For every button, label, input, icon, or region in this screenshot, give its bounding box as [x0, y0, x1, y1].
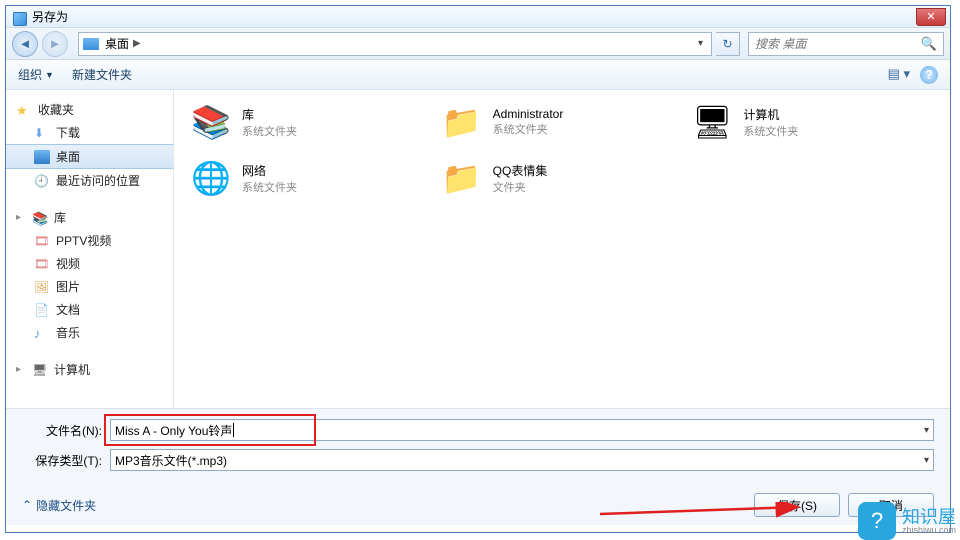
tile-qq-emoticons[interactable]: 📁 QQ表情集文件夹 [441, 156, 684, 200]
sidebar: ★收藏夹 ⬇下载 桌面 🕘最近访问的位置 ▸📚库 🎞PPTV视频 🎞视频 🖼图片… [6, 90, 174, 408]
back-button[interactable]: ◄ [12, 31, 38, 57]
dropdown-icon[interactable]: ▾ [924, 425, 929, 436]
chevron-right-icon: ▸ [16, 212, 26, 223]
sidebar-item-pptv[interactable]: 🎞PPTV视频 [6, 229, 173, 252]
tile-computer[interactable]: 🖥 计算机系统文件夹 [691, 100, 934, 144]
sidebar-item-pictures[interactable]: 🖼图片 [6, 275, 173, 298]
picture-icon: 🖼 [34, 280, 50, 294]
sidebar-item-recent[interactable]: 🕘最近访问的位置 [6, 169, 173, 192]
address-bar[interactable]: 桌面 ▶ ▾ [78, 32, 712, 56]
desktop-icon [34, 150, 50, 164]
forward-button[interactable]: ► [42, 31, 68, 57]
window-icon [13, 12, 27, 26]
tile-network[interactable]: 🌐 网络系统文件夹 [190, 156, 433, 200]
video-icon: 🎞 [34, 257, 50, 271]
user-folder-icon: 📁 [441, 101, 483, 143]
music-icon: ♪ [34, 326, 50, 340]
filetype-select[interactable]: MP3音乐文件(*.mp3) ▾ [110, 449, 934, 471]
sidebar-computer-header[interactable]: ▸🖥计算机 [6, 358, 173, 381]
dropdown-icon[interactable]: ▾ [924, 455, 929, 466]
chevron-up-icon: ⌃ [22, 498, 32, 512]
tile-administrator[interactable]: 📁 Administrator系统文件夹 [441, 100, 684, 144]
new-folder-button[interactable]: 新建文件夹 [72, 66, 132, 83]
filename-input[interactable]: Miss A - Only You铃声 ▾ [110, 419, 934, 441]
sidebar-item-downloads[interactable]: ⬇下载 [6, 121, 173, 144]
breadcrumb[interactable]: 桌面 [105, 35, 129, 52]
recent-icon: 🕘 [34, 174, 50, 188]
title-bar: 另存为 ✕ [6, 6, 950, 28]
sidebar-libraries-header[interactable]: ▸📚库 [6, 206, 173, 229]
save-button[interactable]: 保存(S) [754, 493, 840, 517]
computer-icon: 🖥 [691, 101, 733, 143]
watermark-icon: ? [858, 502, 896, 540]
help-icon[interactable]: ? [920, 66, 938, 84]
toolbar: 组织▼ 新建文件夹 ▤ ▾ ? [6, 60, 950, 90]
filename-label: 文件名(N): [22, 422, 102, 439]
hide-folders-toggle[interactable]: ⌃ 隐藏文件夹 [22, 497, 96, 514]
filetype-label: 保存类型(T): [22, 452, 102, 469]
computer-icon: 🖥 [32, 363, 48, 377]
folder-icon: 📁 [441, 157, 483, 199]
video-icon: 🎞 [34, 234, 50, 248]
chevron-right-icon: ▸ [16, 364, 26, 375]
nav-bar: ◄ ► 桌面 ▶ ▾ ↻ 🔍 [6, 28, 950, 60]
tile-libraries[interactable]: 📚 库系统文件夹 [190, 100, 433, 144]
chevron-right-icon[interactable]: ▶ [133, 38, 141, 49]
sidebar-item-videos[interactable]: 🎞视频 [6, 252, 173, 275]
close-button[interactable]: ✕ [916, 8, 946, 26]
sidebar-favorites-header[interactable]: ★收藏夹 [6, 98, 173, 121]
refresh-button[interactable]: ↻ [716, 32, 740, 56]
save-as-dialog: 另存为 ✕ ◄ ► 桌面 ▶ ▾ ↻ 🔍 组织▼ 新建文件夹 ▤ ▾ ? ★收藏… [5, 5, 951, 533]
library-icon: 📚 [190, 101, 232, 143]
sidebar-item-documents[interactable]: 📄文档 [6, 298, 173, 321]
window-title: 另存为 [32, 8, 68, 25]
footer: 文件名(N): Miss A - Only You铃声 ▾ 保存类型(T): M… [6, 408, 950, 525]
library-icon: 📚 [32, 211, 48, 225]
search-input[interactable] [755, 37, 921, 51]
watermark: ? 知识屋zhishiwu.com [858, 502, 956, 540]
desktop-icon [83, 38, 99, 50]
sidebar-item-desktop[interactable]: 桌面 [6, 144, 173, 169]
sidebar-item-music[interactable]: ♪音乐 [6, 321, 173, 344]
star-icon: ★ [16, 103, 32, 117]
download-icon: ⬇ [34, 126, 50, 140]
search-icon: 🔍 [921, 36, 937, 52]
organize-menu[interactable]: 组织▼ [18, 66, 54, 83]
history-dropdown-icon[interactable]: ▾ [694, 38, 707, 49]
search-box[interactable]: 🔍 [748, 32, 944, 56]
document-icon: 📄 [34, 303, 50, 317]
view-options-button[interactable]: ▤ ▾ [888, 66, 910, 84]
file-list[interactable]: 📚 库系统文件夹 📁 Administrator系统文件夹 🖥 计算机系统文件夹… [174, 90, 950, 408]
network-icon: 🌐 [190, 157, 232, 199]
